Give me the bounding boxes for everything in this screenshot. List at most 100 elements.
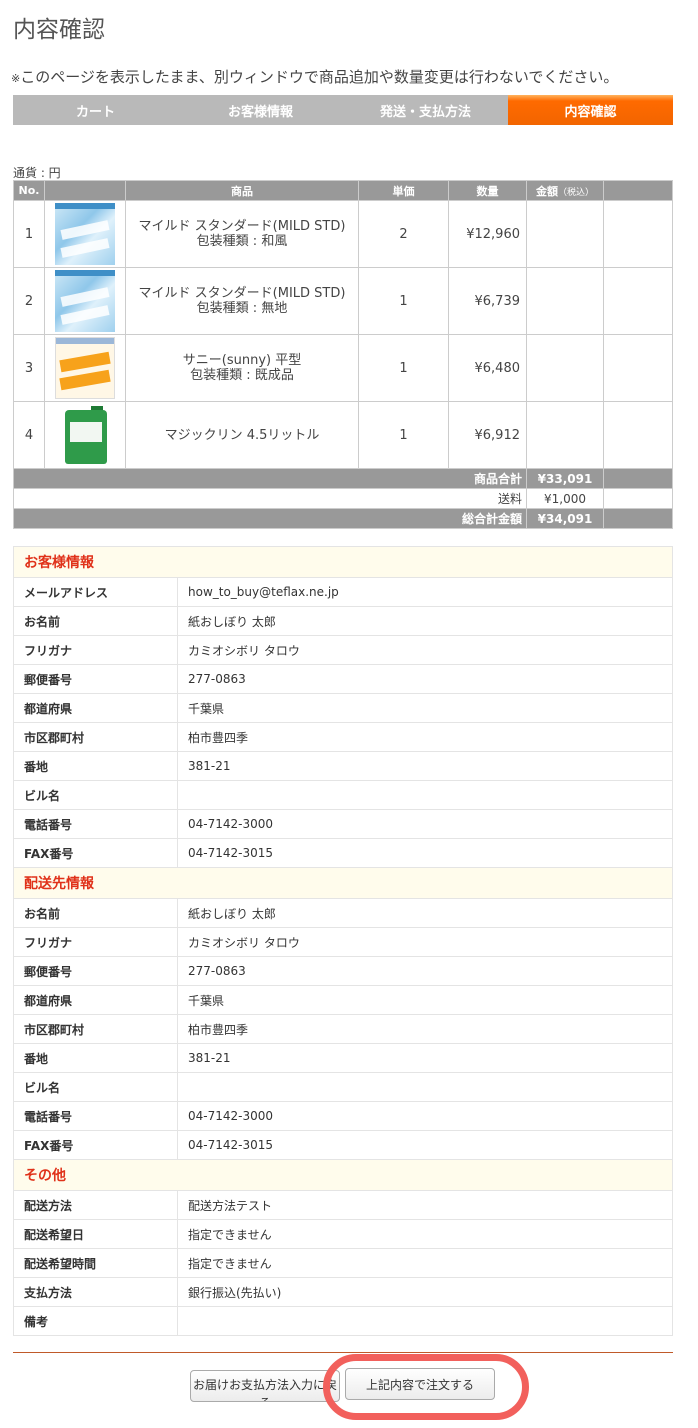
product-image-magiclean[interactable] — [55, 404, 115, 466]
header-amount-label: 金額 — [535, 184, 558, 198]
info-key: 電話番号 — [13, 809, 178, 839]
info-key: 番地 — [13, 751, 178, 781]
info-key: ビル名 — [13, 1072, 178, 1102]
info-value: 277-0863 — [177, 664, 673, 694]
step-cart: カート — [75, 104, 115, 120]
item-image-cell — [44, 334, 126, 402]
table-row: 3 サニー(sunny) 平型 包装種類 : 既成品 1 ¥6,480 — [13, 334, 673, 402]
item-quantity: ¥6,480 — [448, 334, 527, 402]
total-row: 総合計金額 ¥34,091 — [13, 508, 673, 529]
header-product: 商品 — [125, 180, 359, 201]
header-amount-note: （税込） — [557, 187, 594, 198]
step-shipping-payment: 発送・支払方法 — [379, 104, 471, 120]
info-key: FAX番号 — [13, 1130, 178, 1160]
item-no: 1 — [13, 200, 45, 268]
info-value: 277-0863 — [177, 956, 673, 986]
info-row: 都道府県 千葉県 — [13, 985, 673, 1015]
item-blank — [603, 267, 673, 335]
total-blank — [603, 508, 673, 529]
item-quantity: ¥12,960 — [448, 200, 527, 268]
product-image-mild-std[interactable] — [55, 270, 115, 332]
info-value — [177, 780, 673, 810]
info-row: 市区郡町村 柏市豊四季 — [13, 1014, 673, 1044]
page-title: 内容確認 — [13, 17, 105, 43]
total-label: 総合計金額 — [13, 508, 527, 529]
subtotal-value: ¥33,091 — [526, 468, 604, 489]
highlight-circle — [323, 1354, 529, 1420]
info-value — [177, 1306, 673, 1336]
info-key: フリガナ — [13, 635, 178, 665]
info-row: 配送方法 配送方法テスト — [13, 1190, 673, 1220]
info-key: 郵便番号 — [13, 664, 178, 694]
info-value: 指定できません — [177, 1248, 673, 1278]
product-image-mild-std[interactable] — [55, 203, 115, 265]
info-value: 銀行振込(先払い) — [177, 1277, 673, 1307]
item-blank — [603, 334, 673, 402]
info-key: 電話番号 — [13, 1101, 178, 1131]
item-name-cell: マジックリン 4.5リットル — [125, 401, 359, 469]
item-option: 包装種類 : 和風 — [196, 234, 288, 249]
info-key: 配送希望日 — [13, 1219, 178, 1249]
info-row: FAX番号 04-7142-3015 — [13, 838, 673, 868]
header-unit-price: 単価 — [358, 180, 449, 201]
checkout-steps: カート お客様情報 発送・支払方法 内容確認 — [13, 95, 673, 125]
info-key: ビル名 — [13, 780, 178, 810]
info-key: お名前 — [13, 606, 178, 636]
info-value: 紙おしぼり 太郎 — [177, 606, 673, 636]
shipping-row: 送料 ¥1,000 — [13, 488, 673, 509]
info-row: 配送希望日 指定できません — [13, 1219, 673, 1249]
back-button[interactable]: お届けお支払方法入力に戻る — [190, 1370, 340, 1402]
item-name[interactable]: マイルド スタンダード(MILD STD) — [126, 219, 358, 234]
info-row: ビル名 — [13, 780, 673, 810]
subtotal-blank — [603, 468, 673, 489]
info-key: 配送方法 — [13, 1190, 178, 1220]
info-row: 郵便番号 277-0863 — [13, 664, 673, 694]
item-image-cell — [44, 267, 126, 335]
divider — [13, 1352, 673, 1353]
item-blank — [603, 401, 673, 469]
item-name-cell: マイルド スタンダード(MILD STD) 包装種類 : 無地 — [125, 267, 359, 335]
info-value: 千葉県 — [177, 693, 673, 723]
step-customer-info: お客様情報 — [227, 104, 293, 120]
item-name[interactable]: マイルド スタンダード(MILD STD) — [126, 286, 358, 301]
order-info-table: お客様情報 メールアドレス how_to_buy@teflax.ne.jp お名前… — [13, 546, 673, 1336]
info-key: 番地 — [13, 1043, 178, 1073]
item-unit-price: 1 — [358, 401, 449, 469]
info-value: 04-7142-3015 — [177, 838, 673, 868]
item-blank — [603, 200, 673, 268]
header-amount: 金額（税込） — [526, 180, 604, 201]
info-row: フリガナ カミオシボリ タロウ — [13, 927, 673, 957]
info-row: 電話番号 04-7142-3000 — [13, 809, 673, 839]
info-key: 支払方法 — [13, 1277, 178, 1307]
info-key: 市区郡町村 — [13, 722, 178, 752]
info-value: 指定できません — [177, 1219, 673, 1249]
item-name-cell: マイルド スタンダード(MILD STD) 包装種類 : 和風 — [125, 200, 359, 268]
info-row: 市区郡町村 柏市豊四季 — [13, 722, 673, 752]
info-key: お名前 — [13, 898, 178, 928]
table-row: 4 マジックリン 4.5リットル 1 ¥6,912 — [13, 401, 673, 469]
info-key: 市区郡町村 — [13, 1014, 178, 1044]
info-value: 千葉県 — [177, 985, 673, 1015]
info-value: 04-7142-3015 — [177, 1130, 673, 1160]
info-row: 電話番号 04-7142-3000 — [13, 1101, 673, 1131]
notice-mark: ※ — [11, 72, 21, 85]
header-blank — [603, 180, 673, 201]
info-value: カミオシボリ タロウ — [177, 927, 673, 957]
info-row: ビル名 — [13, 1072, 673, 1102]
item-unit-price: 1 — [358, 334, 449, 402]
section-title-customer: お客様情報 — [13, 546, 673, 578]
item-name[interactable]: サニー(sunny) 平型 — [126, 353, 358, 368]
item-amount — [526, 200, 604, 268]
info-key: フリガナ — [13, 927, 178, 957]
info-row: フリガナ カミオシボリ タロウ — [13, 635, 673, 665]
info-value: 柏市豊四季 — [177, 1014, 673, 1044]
shipping-blank — [603, 488, 673, 509]
item-name[interactable]: マジックリン 4.5リットル — [126, 428, 358, 443]
info-key: 備考 — [13, 1306, 178, 1336]
item-amount — [526, 334, 604, 402]
info-key: 配送希望時間 — [13, 1248, 178, 1278]
shipping-label: 送料 — [13, 488, 527, 509]
product-image-sunny[interactable] — [55, 337, 115, 399]
header-quantity: 数量 — [448, 180, 527, 201]
item-no: 3 — [13, 334, 45, 402]
